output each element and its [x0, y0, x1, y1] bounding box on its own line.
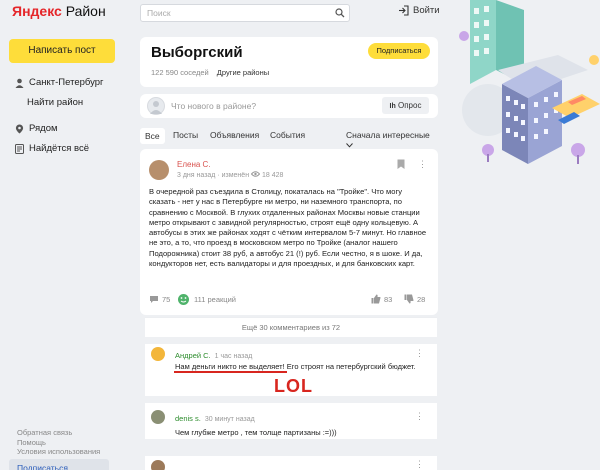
- location-pin-icon: [15, 124, 24, 133]
- sidebar-item-nearby[interactable]: Рядом: [15, 123, 58, 134]
- tab-all[interactable]: Все: [140, 128, 165, 144]
- sidebar-found-label: Найдётся всё: [29, 143, 90, 154]
- comment-options-icon[interactable]: ⋮: [415, 459, 424, 470]
- comment-avatar[interactable]: [151, 347, 165, 361]
- dislikes-count: 28: [417, 294, 426, 304]
- search-input[interactable]: Поиск: [140, 4, 350, 22]
- compose-box[interactable]: Что нового в районе? Ih Опрос: [140, 94, 438, 118]
- author-avatar[interactable]: [149, 160, 169, 180]
- footer-help-link[interactable]: Помощь: [17, 438, 46, 447]
- write-post-button[interactable]: Написать пост: [9, 39, 115, 63]
- user-avatar: [147, 97, 165, 115]
- post-meta: 3 дня назад · изменён 18 428: [177, 171, 283, 179]
- search-icon[interactable]: [335, 8, 345, 18]
- user-silhouette-icon: [150, 101, 162, 114]
- comments-count: 75: [162, 295, 171, 304]
- comment-author-line: denis s. 30 минут назад: [175, 414, 255, 423]
- post-card: Елена С. 3 дня назад · изменён 18 428 ⋮ …: [140, 149, 438, 315]
- likes-count: 83: [384, 294, 393, 304]
- person-icon: [15, 78, 24, 88]
- district-header: Выборгский 122 590 соседей Другие районы…: [140, 37, 438, 87]
- footer-terms-link[interactable]: Условия использования: [17, 447, 100, 456]
- poll-button[interactable]: Ih Опрос: [382, 97, 429, 114]
- tab-ads[interactable]: Объявления: [210, 130, 259, 140]
- comment-author[interactable]: Андрей С.: [175, 351, 211, 360]
- tab-events[interactable]: События: [270, 130, 305, 140]
- footer-feedback-link[interactable]: Обратная связь: [17, 428, 72, 437]
- district-title: Выборгский: [151, 44, 243, 61]
- dislike-button[interactable]: 28: [404, 294, 425, 304]
- search-placeholder: Поиск: [147, 8, 171, 18]
- poll-icon: Ih: [389, 103, 396, 110]
- bookmark-icon[interactable]: [397, 159, 405, 170]
- annotation-underline: [174, 371, 287, 373]
- comment-underlined-text: Нам деньги никто не выделяет: [175, 362, 283, 371]
- like-button[interactable]: 83: [371, 294, 392, 304]
- sidebar-subscribe-button[interactable]: Подписаться: [9, 459, 109, 470]
- district-meta: 122 590 соседей Другие районы: [151, 68, 269, 77]
- comment-author-line: Андрей С. 1 час назад: [175, 351, 252, 360]
- yandex-rayon-logo[interactable]: Яндекс Район: [12, 3, 106, 19]
- feed-tabs: Все Посты Объявления События Сначала инт…: [140, 128, 438, 148]
- chevron-down-icon: [346, 143, 353, 148]
- login-button[interactable]: Войти: [398, 5, 440, 16]
- comment-options-icon[interactable]: ⋮: [415, 411, 424, 422]
- sidebar-city-label: Санкт-Петербург: [29, 77, 104, 88]
- comment-options-icon[interactable]: ⋮: [415, 348, 424, 359]
- comment-avatar[interactable]: [151, 460, 165, 470]
- comment-item: ⋮: [145, 456, 437, 470]
- comment-time: 1 час назад: [214, 353, 253, 360]
- comments-button[interactable]: 75: [149, 295, 170, 304]
- poll-label: Опрос: [398, 101, 422, 110]
- sidebar-item-found[interactable]: Найдётся всё: [15, 143, 89, 154]
- thumbs-down-icon: [404, 294, 414, 304]
- sort-dropdown[interactable]: Сначала интересные: [346, 130, 438, 150]
- reactions-button[interactable]: 111 реакций: [177, 293, 236, 306]
- comment-rest-text: ! Его строят на петербургский бюджет.: [282, 362, 416, 371]
- sidebar-nearby-label: Рядом: [29, 123, 58, 134]
- sidebar: Яндекс Район Написать пост Санкт-Петербу…: [0, 0, 122, 470]
- eye-icon: [250, 171, 261, 177]
- sidebar-item-city[interactable]: Санкт-Петербург: [15, 77, 104, 88]
- district-subscribe-button[interactable]: Подписаться: [368, 43, 430, 59]
- post-views: 18 428: [261, 172, 284, 179]
- compose-placeholder[interactable]: Что нового в районе?: [171, 101, 256, 111]
- comment-time: 30 минут назад: [204, 416, 255, 423]
- comment-avatar[interactable]: [151, 410, 165, 424]
- post-author[interactable]: Елена С.: [177, 160, 211, 169]
- post-text: В очередной раз съездила в Столицу, пока…: [149, 187, 427, 269]
- thumbs-up-icon: [371, 294, 381, 304]
- more-options-icon[interactable]: ⋮: [418, 159, 427, 170]
- comment-text: Чем глубже метро , тем толще партизаны :…: [175, 428, 337, 437]
- other-districts-link[interactable]: Другие районы: [217, 68, 269, 77]
- sort-label: Сначала интересные: [346, 130, 430, 140]
- comment-item: denis s. 30 минут назад ⋮ Чем глубже метр…: [145, 403, 437, 439]
- reactions-count: 111 реакций: [194, 295, 236, 304]
- find-district-link[interactable]: Найти район: [27, 97, 83, 108]
- login-label: Войти: [413, 5, 440, 16]
- comment-author[interactable]: denis s.: [175, 414, 201, 423]
- tab-posts[interactable]: Посты: [173, 130, 198, 140]
- login-icon: [399, 5, 409, 16]
- post-time: 3 дня назад · изменён: [177, 172, 250, 179]
- more-comments-button[interactable]: Ещё 30 комментариев из 72: [145, 317, 437, 337]
- comment-icon: [150, 296, 158, 303]
- neighbors-count: 122 590 соседей: [151, 68, 209, 77]
- reaction-icon: [178, 294, 189, 305]
- board-icon: [15, 143, 24, 154]
- annotation-lol: LOL: [274, 376, 313, 396]
- city-illustration: [458, 0, 600, 170]
